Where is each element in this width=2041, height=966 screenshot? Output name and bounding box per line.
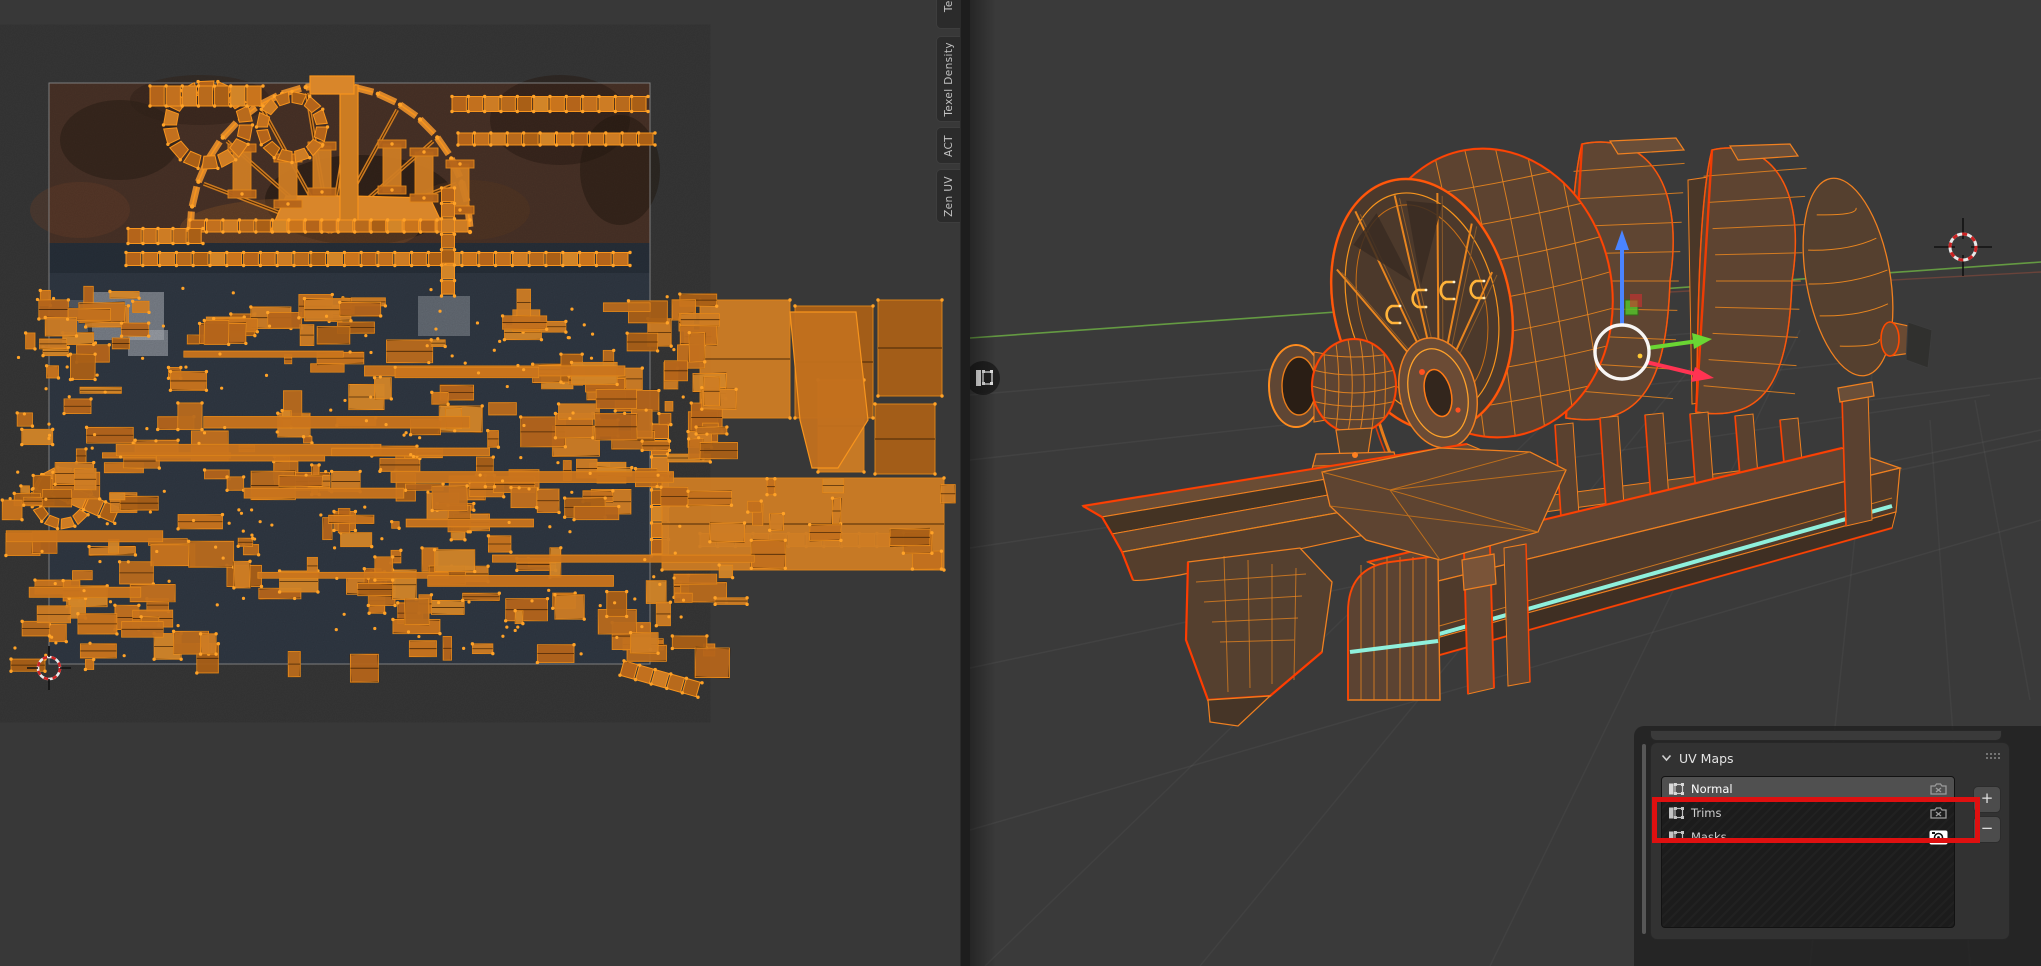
uv-editor[interactable]: TexT Texel Density ACT Zen UV: [0, 0, 960, 966]
sidebar-region: UV Maps Normal: [1634, 726, 2041, 966]
tab-zen-uv[interactable]: Zen UV: [936, 169, 961, 223]
uv-maps-panel-header[interactable]: UV Maps: [1651, 743, 2009, 773]
tab-act[interactable]: ACT: [936, 127, 961, 164]
tab-texel-density[interactable]: Texel Density: [936, 36, 961, 122]
panel-drag-handle-icon[interactable]: [1985, 752, 2000, 759]
uv-maps-panel: UV Maps Normal: [1650, 742, 2010, 940]
panel-title: UV Maps: [1679, 751, 1734, 766]
viewport-3d[interactable]: UV Maps Normal: [970, 0, 2041, 966]
collapsed-panel-edge[interactable]: [1650, 730, 2002, 741]
camera-disabled-icon[interactable]: [1929, 782, 1948, 796]
tab-textools[interactable]: TexT: [936, 0, 961, 29]
region-scrollbar[interactable]: [1642, 744, 1646, 934]
uv-map-name: Normal: [1691, 782, 1922, 796]
chevron-down-icon: [1661, 754, 1672, 762]
uv-sidebar-tabs: TexT Texel Density ACT Zen UV: [936, 0, 962, 966]
uv-canvas[interactable]: [0, 0, 960, 966]
uvmap-icon: [1668, 781, 1684, 797]
annotation-red-box: [1652, 797, 1980, 843]
blender-window: TexT Texel Density ACT Zen UV UV Maps: [0, 0, 2041, 966]
